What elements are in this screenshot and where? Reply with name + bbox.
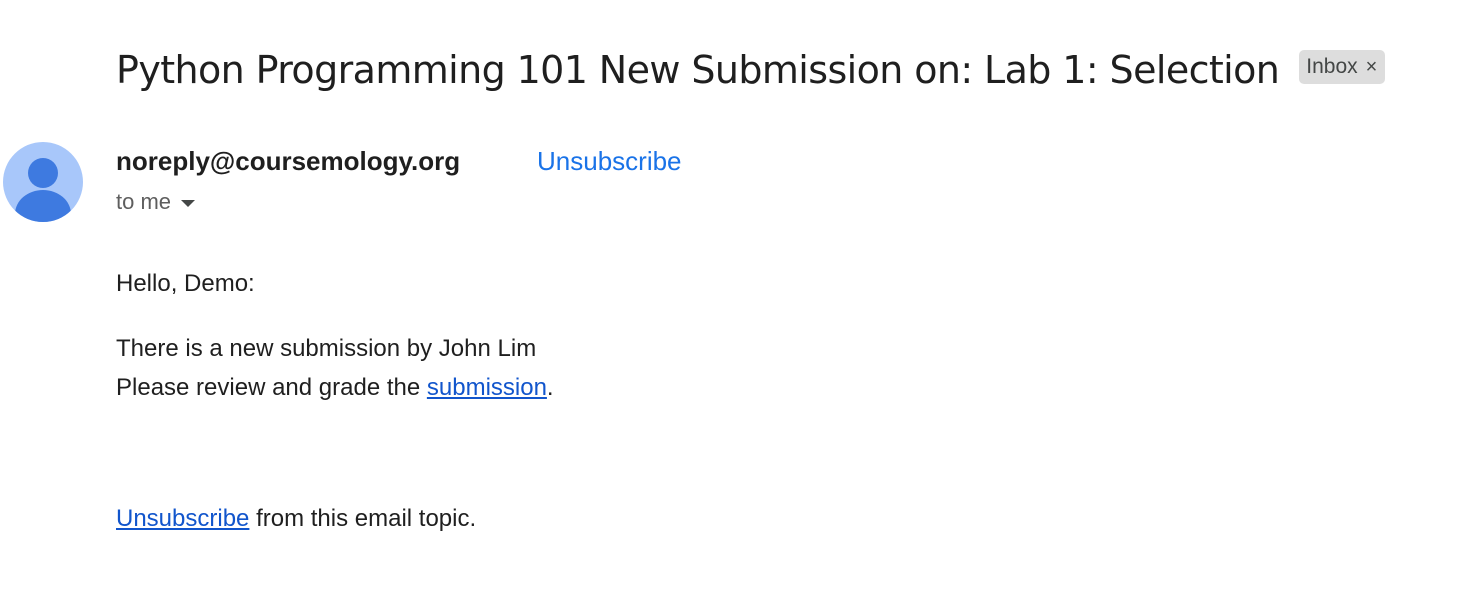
email-subject: Python Programming 101 New Submission on… [116, 48, 1280, 92]
header-unsubscribe-link[interactable]: Unsubscribe [537, 146, 682, 177]
review-line: Please review and grade the submission. [116, 374, 554, 402]
review-line-prefix: Please review and grade the [116, 374, 427, 401]
recipient-details-toggle[interactable]: to me [116, 189, 196, 215]
submission-notice-line: There is a new submission by John Lim [116, 335, 537, 362]
avatar-head-shape [28, 158, 58, 188]
chevron-down-icon[interactable] [181, 199, 196, 207]
sender-avatar[interactable] [3, 142, 83, 222]
inbox-label-text: Inbox [1306, 55, 1358, 78]
footer-unsubscribe-link[interactable]: Unsubscribe [116, 505, 249, 532]
sender-address[interactable]: noreply@coursemology.org [116, 146, 460, 177]
review-line-suffix: . [546, 374, 554, 401]
subject-row: Python Programming 101 New Submission on… [116, 48, 1386, 92]
greeting-line: Hello, Demo: [116, 270, 255, 297]
submission-link[interactable]: submission [427, 374, 547, 401]
inbox-label-chip[interactable]: Inbox × [1299, 50, 1386, 84]
recipient-text: to me [116, 189, 172, 214]
avatar-body-shape [15, 190, 71, 222]
remove-label-icon[interactable]: × [1366, 56, 1378, 79]
footer-line: Unsubscribe from this email topic. [116, 505, 476, 533]
footer-suffix: from this email topic. [249, 505, 477, 532]
